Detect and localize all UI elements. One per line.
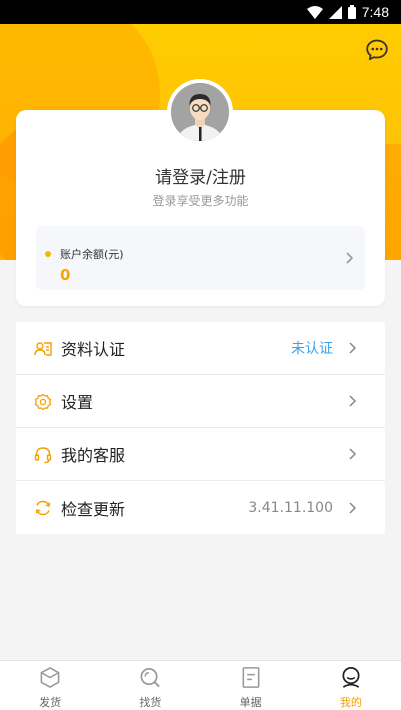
chevron-right-icon	[346, 252, 354, 264]
tab-ship[interactable]: 发货	[0, 661, 100, 710]
gear-icon	[34, 393, 52, 411]
login-subtitle: 登录享受更多功能	[152, 194, 249, 208]
battery-icon	[347, 5, 356, 19]
menu-label: 我的客服	[61, 446, 126, 465]
avatar[interactable]	[167, 79, 233, 145]
chevron-right-icon	[349, 448, 357, 460]
search-icon	[140, 668, 161, 688]
account-balance-card[interactable]: 账户余额(元) 0	[36, 226, 365, 290]
app-version: 3.41.11.100	[248, 499, 333, 516]
tab-mine[interactable]: 我的	[301, 661, 401, 710]
headset-icon	[34, 447, 52, 464]
chevron-right-icon	[349, 342, 357, 354]
balance-dot	[45, 251, 51, 257]
menu-list: 资料认证 未认证 设置 我的客服 检查更新 3.41.11.100	[16, 322, 385, 534]
nav-label: 发货	[39, 696, 62, 709]
menu-item-verification[interactable]: 资料认证 未认证	[16, 322, 385, 375]
tab-documents[interactable]: 单据	[201, 661, 301, 710]
chevron-right-icon	[349, 395, 357, 407]
verification-status: 未认证	[291, 341, 333, 357]
balance-label: 账户余额(元)	[60, 248, 124, 261]
status-bar: 7:48	[0, 0, 401, 24]
menu-label: 检查更新	[61, 499, 126, 519]
id-card-icon	[34, 342, 52, 356]
nav-label: 找货	[139, 696, 162, 709]
chevron-right-icon	[349, 501, 357, 514]
wifi-icon	[306, 5, 323, 19]
nav-label: 我的	[339, 696, 362, 709]
document-icon	[242, 667, 260, 688]
tab-find-goods[interactable]: 找货	[100, 661, 200, 710]
refresh-icon	[35, 500, 51, 516]
nav-label: 单据	[239, 696, 262, 709]
avatar-user-icon	[171, 83, 229, 141]
menu-label: 设置	[61, 393, 94, 412]
login-register-link[interactable]: 请登录/注册	[16, 163, 385, 188]
balance-value: 0	[60, 266, 71, 284]
status-time: 7:48	[361, 4, 389, 20]
message-icon[interactable]	[365, 38, 389, 62]
menu-item-customer-service[interactable]: 我的客服	[16, 428, 385, 481]
menu-item-check-update[interactable]: 检查更新 3.41.11.100	[16, 481, 385, 534]
menu-label: 资料认证	[61, 340, 126, 359]
menu-item-settings[interactable]: 设置	[16, 375, 385, 428]
bottom-nav: 发货 找货 单据 我的	[0, 660, 401, 710]
signal-icon	[328, 5, 342, 19]
user-icon	[342, 667, 360, 688]
cube-icon	[40, 667, 60, 688]
